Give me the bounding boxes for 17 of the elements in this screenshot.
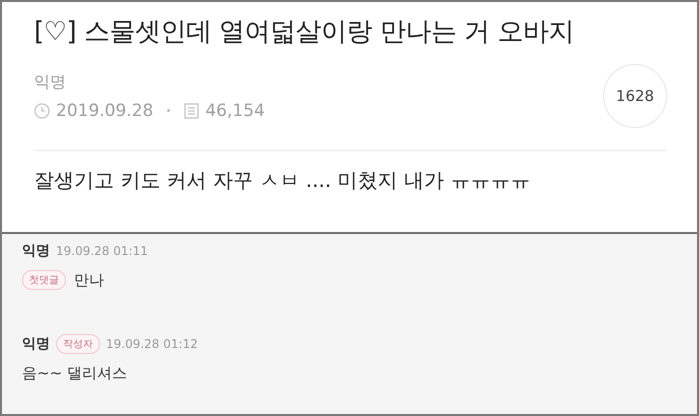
count-circle[interactable]: 1628 (603, 64, 667, 128)
comment-author: 익명 (22, 335, 50, 353)
post-title: [♡] 스물셋인데 열여덟살이랑 만나는 거 오바지 (34, 16, 575, 49)
comment-time: 19.09.28 01:11 (56, 244, 148, 258)
clock-icon (34, 102, 50, 118)
author-badge: 작성자 (56, 334, 100, 354)
comment-time: 19.09.28 01:12 (106, 337, 198, 351)
comment-text: 음~~ 댈리셔스 (22, 364, 127, 383)
view-count: 46,154 (205, 100, 265, 120)
separator-dot (167, 109, 170, 112)
first-comment-badge: 첫댓글 (22, 270, 66, 290)
comment-author: 익명 (22, 242, 50, 260)
post-body: 잘생기고 키도 커서 자꾸 ㅅㅂ .... 미쳤지 내가 ㅠㅠㅠㅠ (34, 167, 532, 194)
document-icon (184, 102, 200, 118)
author-name: 익명 (34, 72, 67, 92)
post-date: 2019.09.28 (56, 100, 154, 120)
comment-text: 만나 (74, 270, 104, 290)
